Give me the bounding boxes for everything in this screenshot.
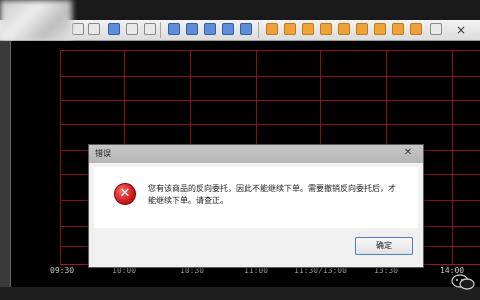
sell-icon[interactable] xyxy=(302,23,314,35)
grid-line xyxy=(60,76,480,77)
ok-button[interactable]: 确定 xyxy=(355,237,413,255)
dialog-titlebar[interactable]: 错误 ✕ xyxy=(89,145,423,163)
buy-icon[interactable] xyxy=(284,23,296,35)
grid-icon[interactable] xyxy=(186,23,198,35)
table-icon[interactable] xyxy=(168,23,180,35)
close-icon[interactable]: ✕ xyxy=(401,147,415,159)
order-icon[interactable] xyxy=(266,23,278,35)
document-icon[interactable] xyxy=(88,23,100,35)
panel-icon[interactable] xyxy=(240,23,252,35)
grid-line xyxy=(452,50,453,265)
account-icon[interactable] xyxy=(356,23,368,35)
toolbar: × xyxy=(0,20,480,41)
funds-icon[interactable] xyxy=(392,23,404,35)
history-icon[interactable] xyxy=(374,23,386,35)
message-line: 您有该商品的反向委托，因此不能继续下单。需要撤销反向委托后，才 xyxy=(148,184,396,193)
error-dialog: 错误 ✕ ✕ 您有该商品的反向委托，因此不能继续下单。需要撤销反向委托后，才 能… xyxy=(88,144,424,268)
grid-line xyxy=(60,100,480,101)
error-icon: ✕ xyxy=(114,183,136,205)
report-icon[interactable] xyxy=(222,23,234,35)
blurred-region xyxy=(0,0,72,40)
status-bar xyxy=(0,287,480,300)
chart-icon[interactable] xyxy=(108,23,120,35)
position-icon[interactable] xyxy=(338,23,350,35)
wechat-logo-icon xyxy=(448,272,478,292)
toolbar-separator xyxy=(160,22,161,38)
grid-line xyxy=(60,50,480,51)
window-icon[interactable] xyxy=(72,23,84,35)
left-scroll-strip[interactable] xyxy=(0,41,11,300)
tool-icon[interactable] xyxy=(126,23,138,35)
toolbar-close-icon[interactable]: × xyxy=(456,22,466,38)
grid-line xyxy=(60,50,61,265)
message-line: 能继续下单。请查正。 xyxy=(148,196,228,205)
error-message: 您有该商品的反向委托，因此不能继续下单。需要撤销反向委托后，才 能继续下单。请查… xyxy=(148,183,398,207)
dialog-title: 错误 xyxy=(95,149,111,158)
grid-line xyxy=(60,124,480,125)
cancel-order-icon[interactable] xyxy=(320,23,332,35)
edit-icon[interactable] xyxy=(430,23,442,35)
message-icon[interactable] xyxy=(144,23,156,35)
transfer-icon[interactable] xyxy=(410,23,422,35)
time-label: 09:30 xyxy=(50,266,75,275)
list-icon[interactable] xyxy=(204,23,216,35)
dialog-body: ✕ 您有该商品的反向委托，因此不能继续下单。需要撤销反向委托后，才 能继续下单。… xyxy=(94,167,418,228)
toolbar-separator xyxy=(258,22,259,38)
